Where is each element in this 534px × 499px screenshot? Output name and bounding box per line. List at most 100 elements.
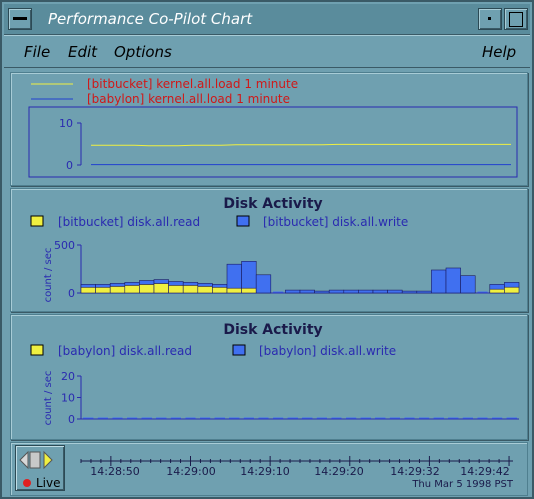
bitbucket-disk-bar-s1-14 xyxy=(285,289,301,294)
legend-label-bitbucket-read: [bitbucket] disk.all.read xyxy=(58,215,200,229)
time-axis-svg: 14:28:50 14:29:00 14:29:10 14:29:20 14:29:32… xyxy=(80,456,513,490)
babylon-disk-y-tick-label: 10 xyxy=(61,392,75,405)
disk-chart-svg-bitbucket: Disk Activity [bitbucket] disk.all.read … xyxy=(30,196,520,303)
vcr-rewind-icon xyxy=(19,450,29,470)
bitbucket-disk-bar-s1-25 xyxy=(445,267,461,294)
window-title: Performance Co-Pilot Chart xyxy=(48,10,253,28)
disk-chart-title-bitbucket: Disk Activity xyxy=(223,196,322,212)
vcr-arrows-icon xyxy=(19,450,53,470)
bitbucket-disk-bar-s1-4 xyxy=(139,280,155,285)
minimize-button[interactable] xyxy=(478,8,502,30)
time-tick-label: 14:29:32 xyxy=(390,465,439,478)
bitbucket-disk-bar-s0-7 xyxy=(182,285,199,294)
legend-label-bitbucket-write: [bitbucket] disk.all.write xyxy=(263,215,408,229)
bitbucket-disk-bar-s0-10 xyxy=(226,287,242,294)
pmchart-window: Performance Co-Pilot Chart File Edit Opt… xyxy=(0,0,534,499)
vcr-stop-icon xyxy=(29,451,41,469)
time-date-label: Thu Mar 5 1998 PST xyxy=(411,479,513,490)
bitbucket-disk-bar-s1-3 xyxy=(124,282,140,286)
bitbucket-disk-bar-s0-5 xyxy=(153,283,169,294)
bitbucket-disk-y-tick-label: 500 xyxy=(54,239,75,252)
legend-label-babylon-read: [babylon] disk.all.read xyxy=(58,344,192,358)
load-y-tick-label: 10 xyxy=(59,117,73,130)
bitbucket-disk-bar-s1-5 xyxy=(153,279,169,284)
bitbucket-disk-bar-s1-11 xyxy=(241,261,257,289)
time-tick-label: 14:29:42 xyxy=(460,465,509,478)
disk-chart-title-babylon: Disk Activity xyxy=(223,322,322,338)
live-label: Live xyxy=(36,476,61,490)
bitbucket-disk-bar-s1-19 xyxy=(358,289,374,294)
bitbucket-disk-bar-s1-17 xyxy=(328,289,345,294)
time-tick-label: 14:29:20 xyxy=(314,465,363,478)
legend-swatch-bitbucket-write xyxy=(236,215,250,227)
legend-label-babylon-write: [babylon] disk.all.write xyxy=(259,344,396,358)
bitbucket-disk-bar-s0-2 xyxy=(109,286,126,294)
bitbucket-disk-bar-s1-0 xyxy=(80,284,96,288)
time-control-bar: Live 14:28:50 14:29:00 14:29:10 14:29:20 14:… xyxy=(10,442,528,496)
bitbucket-disk-bar-s1-23 xyxy=(416,290,432,294)
bitbucket-disk-bar-s0-9 xyxy=(212,286,228,294)
live-indicator-icon xyxy=(23,479,31,487)
window-menu-button[interactable] xyxy=(8,8,32,30)
bitbucket-disk-bar-s1-9 xyxy=(212,284,228,288)
bitbucket-disk-bar-s1-8 xyxy=(197,283,213,287)
load-y-tick-label: 0 xyxy=(66,159,73,172)
bitbucket-disk-bar-s0-29 xyxy=(504,286,520,294)
bitbucket-disk-bar-s1-16 xyxy=(314,290,330,294)
disk-chart-svg-babylon: Disk Activity [babylon] disk.all.read [b… xyxy=(30,322,519,426)
menu-file[interactable]: File xyxy=(24,43,50,61)
menu-bar: File Edit Options Help xyxy=(4,35,530,68)
bitbucket-disk-bar-s1-22 xyxy=(401,290,418,294)
menu-options[interactable]: Options xyxy=(114,43,172,61)
maximize-button[interactable] xyxy=(504,8,528,30)
bitbucket-disk-bar-s0-11 xyxy=(241,287,257,294)
time-tick-label: 14:28:50 xyxy=(90,465,139,478)
disk-ylabel-bitbucket: count / sec xyxy=(43,248,54,303)
bitbucket-disk-bar-s1-6 xyxy=(168,281,184,286)
time-axis: 14:28:50 14:29:00 14:29:10 14:29:20 14:29:32… xyxy=(80,456,513,478)
babylon-disk-y-tick-label: 0 xyxy=(68,413,75,426)
bitbucket-disk-bar-s1-29 xyxy=(504,282,520,288)
bitbucket-disk-bar-s0-28 xyxy=(489,288,505,294)
bitbucket-disk-bar-s0-3 xyxy=(124,285,140,294)
bitbucket-disk-bar-s0-8 xyxy=(197,286,213,294)
vcr-play-icon xyxy=(43,450,53,470)
bitbucket-disk-bar-s0-1 xyxy=(95,286,111,294)
bitbucket-disk-bar-s1-20 xyxy=(372,289,388,294)
babylon-disk-y-tick-label: 20 xyxy=(61,370,75,383)
disk-plot-area-bitbucket: 500 0 xyxy=(54,239,520,300)
menu-edit[interactable]: Edit xyxy=(68,43,97,61)
bitbucket-disk-bar-s1-18 xyxy=(343,289,359,294)
disk-chart-panel-bitbucket[interactable]: Disk Activity [bitbucket] disk.all.read … xyxy=(10,188,528,312)
disk-plot-area-babylon: 20 10 0 xyxy=(61,370,519,426)
legend-swatch-babylon-write xyxy=(232,344,246,356)
legend-swatch-babylon-read xyxy=(30,344,44,356)
bitbucket-disk-y-tick-label: 0 xyxy=(68,287,75,300)
bitbucket-disk-bar-s0-4 xyxy=(139,284,155,294)
bitbucket-disk-bar-s1-12 xyxy=(255,274,272,294)
load-plot-frame xyxy=(28,106,518,178)
legend-label-bitbucket-load: [bitbucket] kernel.all.load 1 minute xyxy=(87,77,298,91)
time-tick-label: 14:29:00 xyxy=(166,465,215,478)
bitbucket-disk-bar-s0-0 xyxy=(80,286,96,294)
bitbucket-disk-bar-s1-7 xyxy=(182,282,199,286)
legend-swatch-bitbucket-read xyxy=(30,215,44,227)
load-chart-svg: [bitbucket] kernel.all.load 1 minute [ba… xyxy=(28,77,518,178)
title-bar[interactable]: Performance Co-Pilot Chart xyxy=(4,4,530,35)
time-tick-label: 14:29:10 xyxy=(240,465,289,478)
vcr-control-button[interactable]: Live xyxy=(15,445,65,491)
bitbucket-disk-bar-s0-6 xyxy=(168,285,184,294)
load-plot-area: 10 0 xyxy=(59,117,511,172)
bitbucket-disk-bar-s1-2 xyxy=(109,283,126,287)
bitbucket-disk-bar-s1-15 xyxy=(299,289,315,294)
bitbucket-disk-bar-s1-10 xyxy=(226,263,242,289)
bitbucket-disk-bar-s1-24 xyxy=(431,269,447,294)
disk-ylabel-babylon: count / sec xyxy=(43,371,54,426)
menu-help[interactable]: Help xyxy=(482,43,516,61)
load-series-line-0 xyxy=(91,143,511,147)
bitbucket-disk-bar-s1-28 xyxy=(489,284,505,290)
bitbucket-disk-bar-s1-1 xyxy=(95,284,111,288)
disk-chart-panel-babylon[interactable]: Disk Activity [babylon] disk.all.read [b… xyxy=(10,314,528,440)
load-chart-panel[interactable]: [bitbucket] kernel.all.load 1 minute [ba… xyxy=(10,72,528,186)
legend-label-babylon-load: [babylon] kernel.all.load 1 minute xyxy=(87,92,290,106)
